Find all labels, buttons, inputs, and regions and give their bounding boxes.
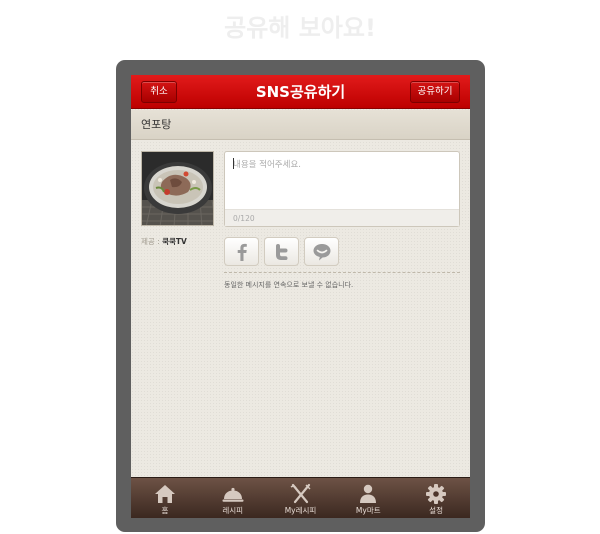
person-icon — [360, 484, 377, 503]
gear-icon — [426, 484, 447, 504]
speech-bubble-icon — [313, 244, 331, 261]
share-button[interactable]: 공유하기 — [410, 81, 460, 103]
app-screen: 취소 SNS공유하기 공유하기 연포탕 제공: 쿡쿡TV 내용을 적어주세요.… — [131, 75, 470, 518]
twitter-share-button[interactable] — [264, 237, 299, 266]
tab-settings[interactable]: 설정 — [402, 478, 470, 518]
page-heading: 공유해 보아요! — [224, 14, 376, 42]
tab-my-mart[interactable]: My마트 — [334, 478, 402, 518]
credit-label: 제공 : — [141, 237, 163, 246]
duplicate-message-notice: 동일한 메시지를 연속으로 보낼 수 없습니다. — [224, 281, 354, 289]
recipe-credit: 제공 : 쿡쿡TV — [141, 236, 187, 247]
credit-source: 쿡쿡TV — [162, 237, 187, 246]
text-caret — [233, 158, 234, 169]
message-input[interactable] — [225, 152, 459, 209]
kakaotalk-share-button[interactable] — [304, 237, 339, 266]
cancel-button[interactable]: 취소 — [141, 81, 177, 103]
recipe-name: 연포탕 — [141, 118, 172, 131]
compose-box: 0/120 — [224, 151, 460, 227]
home-icon — [155, 485, 175, 503]
tab-my-mart-label: My마트 — [355, 506, 381, 515]
header-title: SNS공유하기 — [255, 83, 346, 101]
twitter-icon — [276, 244, 288, 260]
tab-home-label: 홈 — [161, 506, 169, 515]
tab-settings-label: 설정 — [429, 506, 443, 515]
tab-recipes[interactable]: 레시피 — [199, 478, 267, 518]
tab-my-recipes-label: My레시피 — [284, 506, 317, 515]
device-frame: 취소 SNS공유하기 공유하기 연포탕 제공: 쿡쿡TV 내용을 적어주세요.… — [116, 60, 485, 532]
character-count: 0/120 — [225, 209, 459, 226]
divider — [224, 272, 460, 273]
facebook-icon — [237, 243, 247, 261]
recipe-thumbnail — [141, 151, 214, 226]
recipe-title-bar: 연포탕 — [131, 110, 470, 140]
fork-knife-icon — [290, 483, 311, 504]
bottom-tab-bar: 홈 레시피 My레시피 My마트 설정 — [131, 477, 470, 518]
app-header: 취소 SNS공유하기 공유하기 — [131, 75, 470, 109]
facebook-share-button[interactable] — [224, 237, 259, 266]
tab-recipes-label: 레시피 — [222, 506, 244, 515]
tab-home[interactable]: 홈 — [131, 478, 199, 518]
cloche-icon — [222, 487, 244, 502]
tab-my-recipes[interactable]: My레시피 — [267, 478, 335, 518]
